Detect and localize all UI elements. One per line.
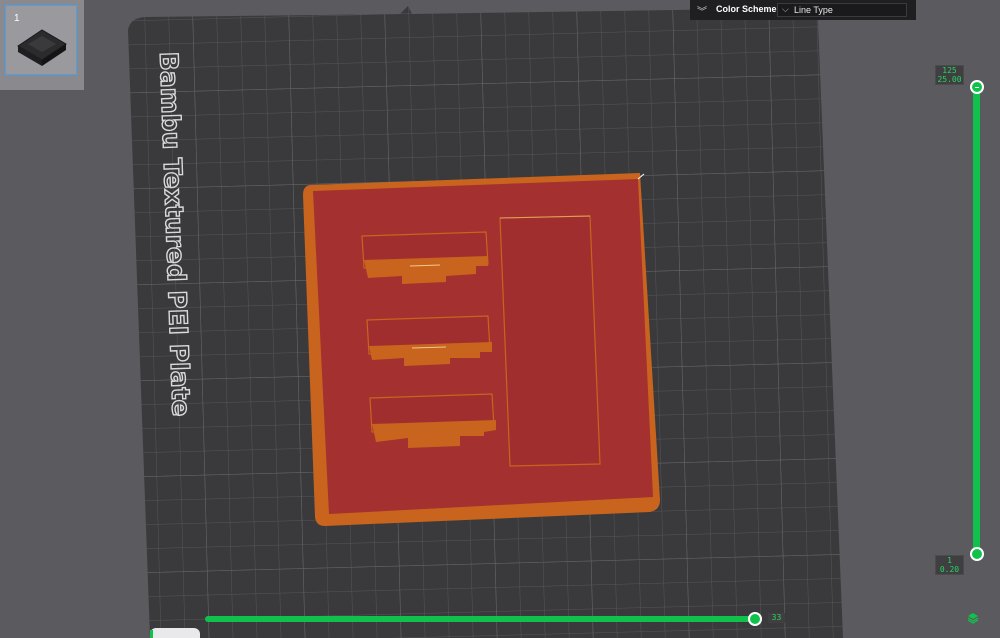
top-layer-number: 125 (942, 66, 957, 75)
move-slider-value: 33 (768, 613, 785, 623)
top-layer-height: 25.00 (937, 75, 962, 84)
plate-list-panel: 1 (0, 0, 84, 90)
layers-icon[interactable] (967, 612, 979, 624)
move-slider-handle[interactable] (748, 612, 762, 626)
bottom-layer-height: 0.20 (939, 565, 960, 574)
plate-index: 1 (14, 13, 20, 24)
tall-pocket (499, 215, 601, 467)
chevron-double-down-icon[interactable]: ︾ (697, 3, 707, 18)
layer-slider-bottom-handle[interactable] (970, 547, 984, 561)
color-scheme-value: Line Type (794, 5, 833, 15)
move-slider-track[interactable] (205, 616, 758, 622)
layer-slider-top-handle[interactable] (970, 80, 984, 94)
color-scheme-title: Color Scheme (716, 4, 777, 14)
sliced-model[interactable] (303, 173, 660, 526)
layer-slider-track[interactable] (973, 86, 980, 554)
chevron-down-icon: ⌵ (782, 4, 789, 14)
color-scheme-select[interactable]: ⌵ Line Type (777, 3, 907, 17)
top-layer-label: 125 25.00 (935, 65, 964, 85)
bottom-layer-label: 1 0.20 (935, 555, 964, 575)
bottom-toolbar-tab[interactable] (150, 628, 200, 638)
3d-viewport[interactable]: Bambu Textured PEI Plate (0, 0, 1000, 638)
color-scheme-panel: ︾ Color Scheme ⌵ Line Type (690, 0, 916, 20)
bottom-layer-number: 1 (947, 556, 952, 565)
